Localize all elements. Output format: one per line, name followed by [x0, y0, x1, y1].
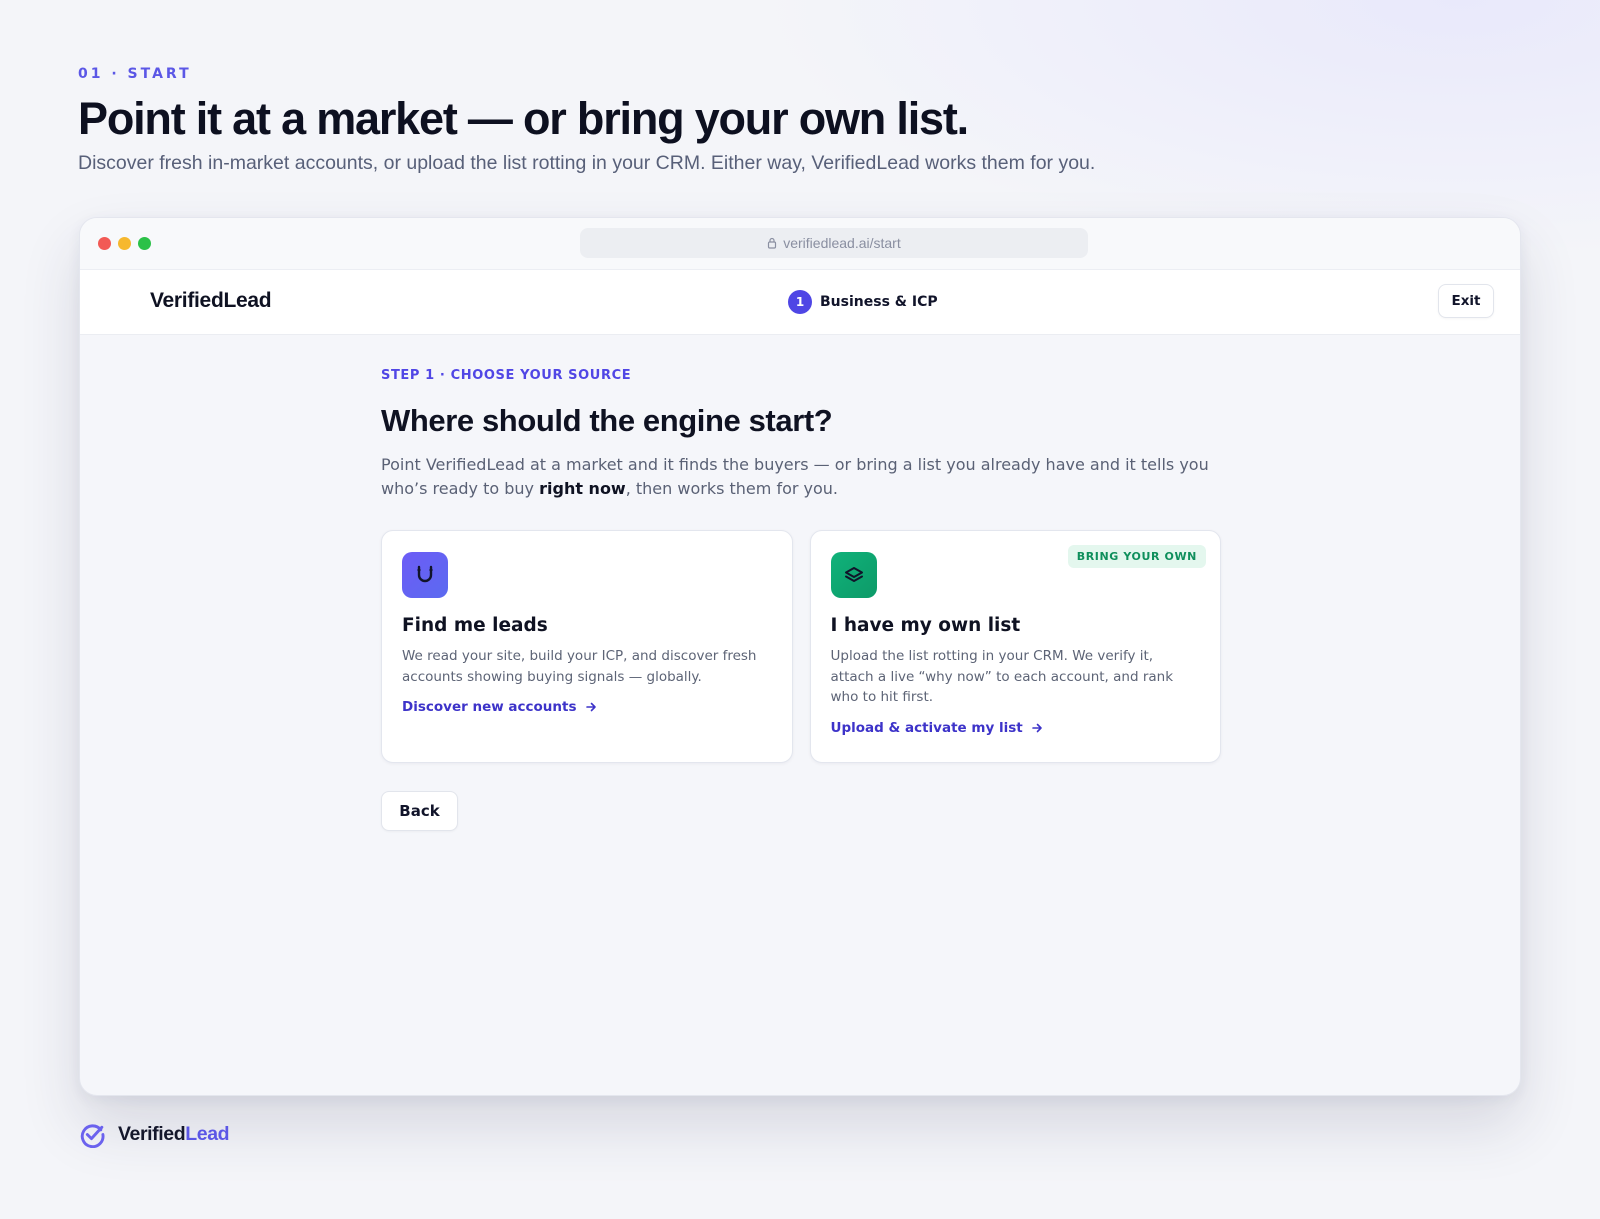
- bring-your-own-badge: BRING YOUR OWN: [1067, 545, 1206, 568]
- section-eyebrow: 01 · START: [78, 66, 192, 82]
- back-button[interactable]: Back: [381, 791, 458, 831]
- app-header: VerifiedLead 1 Business & ICP Exit: [80, 270, 1520, 335]
- find-leads-card[interactable]: Find me leads We read your site, build y…: [381, 530, 793, 763]
- find-leads-icon-tile: [402, 552, 448, 598]
- page-title: Where should the engine start?: [381, 403, 833, 438]
- maximize-window-dot[interactable]: [138, 237, 151, 250]
- own-list-icon-tile: [830, 552, 877, 598]
- card-title: Find me leads: [402, 615, 548, 636]
- link-label: Discover new accounts: [402, 699, 577, 715]
- close-window-dot[interactable]: [98, 237, 111, 250]
- hero-section: 01 · START Point it at a market — or bri…: [78, 66, 1528, 175]
- step-eyebrow: STEP 1 · CHOOSE YOUR SOURCE: [381, 368, 632, 383]
- card-description: We read your site, build your ICP, and d…: [402, 648, 757, 685]
- main-content: STEP 1 · CHOOSE YOUR SOURCE Where should…: [381, 368, 1221, 831]
- desc-emphasis: right now: [539, 479, 626, 498]
- hero-subtitle: Discover fresh in-market accounts, or up…: [78, 152, 1096, 174]
- upload-list-link[interactable]: Upload & activate my list: [831, 720, 1201, 736]
- desc-text-2: , then works them for you.: [625, 479, 839, 498]
- source-options: Find me leads We read your site, build y…: [381, 530, 1221, 763]
- arrow-right-icon: [585, 702, 596, 712]
- lock-icon: [768, 237, 777, 249]
- address-bar[interactable]: verifiedlead.ai/start: [580, 228, 1088, 258]
- own-list-card[interactable]: BRING YOUR OWN I have my own list Upload…: [809, 530, 1221, 763]
- footer-brand-accent: Lead: [185, 1123, 230, 1145]
- browser-window: verifiedlead.ai/start VerifiedLead 1 Bus…: [79, 217, 1521, 1096]
- step-number-badge: 1: [788, 290, 812, 314]
- arrow-right-icon: [1031, 723, 1042, 732]
- footer-brand-main: Verified: [118, 1123, 186, 1145]
- url-text: verifiedlead.ai/start: [783, 235, 901, 251]
- step-label: Business & ICP: [820, 294, 938, 310]
- page-description: Point VerifiedLead at a market and it fi…: [381, 453, 1211, 501]
- magnet-icon: [417, 565, 433, 583]
- progress-stepper: 1 Business & ICP: [788, 290, 938, 314]
- layers-icon: [844, 567, 863, 582]
- app-logo[interactable]: VerifiedLead: [150, 289, 272, 313]
- link-label: Upload & activate my list: [830, 719, 1023, 736]
- hero-title: Point it at a market — or bring your own…: [78, 93, 969, 144]
- discover-accounts-link[interactable]: Discover new accounts: [402, 699, 772, 715]
- footer-brand: VerifiedLead: [79, 1121, 230, 1148]
- card-title: I have my own list: [830, 615, 1021, 636]
- check-circle-icon: [80, 1124, 105, 1148]
- minimize-window-dot[interactable]: [118, 237, 131, 250]
- exit-button[interactable]: Exit: [1438, 284, 1494, 318]
- footer-logo-text: VerifiedLead: [118, 1123, 230, 1146]
- card-description: Upload the list rotting in your CRM. We …: [830, 648, 1174, 705]
- browser-chrome: verifiedlead.ai/start: [80, 218, 1520, 270]
